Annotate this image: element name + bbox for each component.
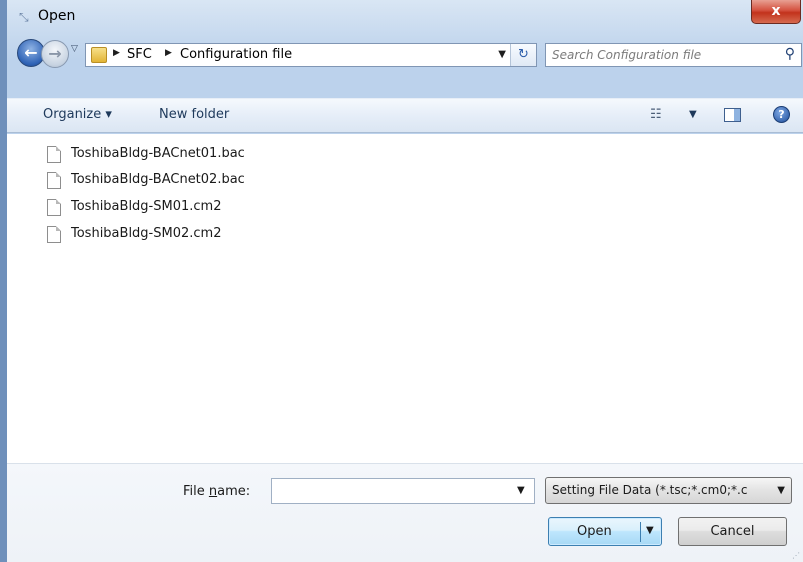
- open-file-dialog: ⤡ Open x ← → ▽ ▶ SFC ▶ Configuration fil…: [0, 0, 803, 562]
- open-options-dropdown-icon[interactable]: ▼: [646, 525, 654, 536]
- breadcrumb-separator-icon[interactable]: ▶: [113, 48, 120, 58]
- cancel-button[interactable]: Cancel: [678, 517, 787, 546]
- folder-icon: [91, 47, 107, 63]
- breadcrumb-configuration-file[interactable]: Configuration file: [180, 47, 292, 62]
- file-name-label-suffix: ame:: [217, 484, 251, 499]
- search-icon[interactable]: ⚲: [785, 46, 795, 62]
- file-type-select[interactable]: Setting File Data (*.tsc;*.cm0;*.c ▼: [545, 477, 792, 504]
- document-icon: [47, 199, 61, 216]
- search-box: ⚲: [545, 43, 802, 67]
- help-icon[interactable]: ?: [773, 106, 790, 123]
- new-folder-button[interactable]: New folder: [159, 107, 229, 122]
- view-options-dropdown-icon[interactable]: ▼: [689, 109, 697, 120]
- open-button-label: Open: [577, 524, 612, 539]
- open-dialog-icon: ⤡: [19, 10, 29, 24]
- window-title: Open: [38, 8, 76, 24]
- dialog-footer: File name: ▼ Setting File Data (*.tsc;*.…: [7, 463, 803, 562]
- close-button[interactable]: x: [751, 0, 801, 24]
- refresh-icon[interactable]: ↻: [510, 44, 536, 66]
- navigation-bar: ← → ▽ ▶ SFC ▶ Configuration file ▼ ↻ ⚲: [7, 34, 803, 74]
- file-name: ToshibaBldg-BACnet02.bac: [71, 172, 245, 187]
- file-type-selected: Setting File Data (*.tsc;*.cm0;*.c: [552, 483, 748, 497]
- split-divider: [640, 522, 641, 542]
- document-icon: [47, 172, 61, 189]
- breadcrumb-separator-icon[interactable]: ▶: [165, 48, 172, 58]
- breadcrumb-sfc[interactable]: SFC: [127, 47, 152, 62]
- file-name: ToshibaBldg-BACnet01.bac: [71, 146, 245, 161]
- file-name-label-prefix: File: [183, 484, 209, 499]
- search-input[interactable]: [546, 44, 771, 66]
- resize-grip-icon[interactable]: ⋰: [792, 551, 800, 560]
- change-view-icon[interactable]: ☷: [650, 107, 662, 122]
- address-history-dropdown-icon[interactable]: ▼: [498, 49, 506, 60]
- command-toolbar: Organize ▾ New folder ☷ ▼ ?: [7, 99, 803, 133]
- address-bar[interactable]: ▶ SFC ▶ Configuration file ▼ ↻: [85, 43, 537, 67]
- file-name-field[interactable]: [271, 478, 535, 504]
- cancel-button-label: Cancel: [710, 524, 755, 539]
- file-name: ToshibaBldg-SM02.cm2: [71, 226, 222, 241]
- file-name-history-dropdown-icon[interactable]: ▼: [517, 485, 525, 496]
- recent-pages-dropdown-icon[interactable]: ▽: [71, 44, 78, 54]
- file-name: ToshibaBldg-SM01.cm2: [71, 199, 222, 214]
- document-icon: [47, 226, 61, 243]
- preview-pane-icon[interactable]: [724, 108, 741, 122]
- file-list[interactable]: ToshibaBldg-BACnet01.bac ToshibaBldg-BAC…: [7, 134, 803, 463]
- open-button[interactable]: Open ▼: [548, 517, 662, 546]
- title-bar[interactable]: ⤡ Open x: [7, 0, 803, 34]
- chevron-down-icon[interactable]: ▼: [777, 485, 785, 496]
- forward-arrow-icon[interactable]: →: [41, 40, 69, 68]
- file-name-label-accelerator: n: [208, 484, 218, 499]
- organize-menu-button[interactable]: Organize ▾: [43, 107, 112, 122]
- file-name-label: File name:: [183, 484, 250, 499]
- document-icon: [47, 146, 61, 163]
